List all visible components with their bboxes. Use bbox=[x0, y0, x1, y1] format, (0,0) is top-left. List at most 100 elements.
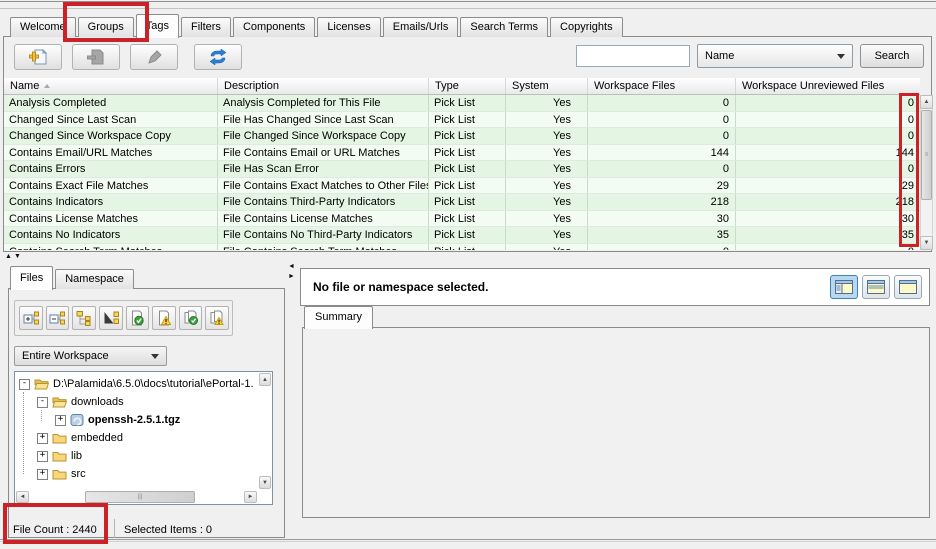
scroll-down-button[interactable]: ▼ bbox=[920, 236, 933, 250]
table-row[interactable]: Contains License Matches File Contains L… bbox=[4, 211, 920, 228]
expand-toggle-icon[interactable]: + bbox=[37, 433, 48, 444]
edit-tag-button[interactable] bbox=[130, 44, 178, 70]
split-view-button[interactable] bbox=[830, 275, 858, 299]
files-tab-bar: Files Namespace bbox=[10, 266, 136, 289]
delete-tag-button[interactable] bbox=[72, 44, 120, 70]
flat-view-button[interactable] bbox=[99, 306, 123, 330]
expand-toggle-icon[interactable]: + bbox=[37, 469, 48, 480]
folder-icon bbox=[52, 432, 67, 444]
split-view-icon bbox=[835, 280, 853, 294]
tree-scroll-up-button[interactable]: ▲ bbox=[259, 373, 271, 386]
table-row[interactable]: Contains Exact File Matches File Contain… bbox=[4, 178, 920, 195]
main-tab[interactable]: Tags bbox=[136, 14, 179, 38]
refresh-button[interactable] bbox=[194, 44, 242, 70]
grid-view-button[interactable] bbox=[862, 275, 890, 299]
cell-workspace-files: 0 bbox=[588, 112, 736, 128]
expand-toggle-icon[interactable]: + bbox=[37, 451, 48, 462]
main-tab-bar: Welcome Groups Tags Filters Components L… bbox=[10, 13, 625, 37]
cell-type: Pick List bbox=[429, 244, 506, 251]
main-tab[interactable]: Emails/Urls bbox=[383, 17, 459, 37]
tree-item-downloads[interactable]: - downloads bbox=[15, 393, 272, 411]
file-reviewed-button[interactable] bbox=[126, 306, 150, 330]
full-view-button[interactable] bbox=[894, 275, 922, 299]
grid-view-icon bbox=[867, 280, 885, 294]
main-tab[interactable]: Welcome bbox=[10, 17, 76, 37]
expand-toggle-icon[interactable]: + bbox=[55, 415, 66, 426]
cell-description: File Contains No Third-Party Indicators bbox=[218, 227, 429, 243]
table-row[interactable]: Analysis Completed Analysis Completed fo… bbox=[4, 95, 920, 112]
tab-summary[interactable]: Summary bbox=[304, 306, 373, 329]
add-icon bbox=[28, 48, 48, 66]
cell-description: File Contains Exact Matches to Other Fil… bbox=[218, 178, 429, 194]
tree-scroll-right-button[interactable]: ► bbox=[244, 491, 257, 503]
column-header-name[interactable]: Name bbox=[4, 78, 218, 94]
expand-all-icon bbox=[23, 310, 39, 326]
column-header-workspace-files[interactable]: Workspace Files bbox=[588, 78, 736, 94]
tree-view-icon bbox=[76, 310, 92, 326]
table-row[interactable]: Contains Email/URL Matches File Contains… bbox=[4, 145, 920, 162]
tree-item-src[interactable]: + src bbox=[15, 465, 272, 483]
tree-item-openssh[interactable]: + openssh-2.5.1.tgz bbox=[15, 411, 272, 429]
collapse-all-icon bbox=[49, 310, 65, 326]
tree-item-root[interactable]: - D:\Palamida\6.5.0\docs\tutorial\ePorta… bbox=[15, 375, 272, 393]
cell-description: File Contains Third-Party Indicators bbox=[218, 194, 429, 210]
mark-unreviewed-button[interactable] bbox=[205, 306, 229, 330]
scroll-up-button[interactable]: ▲ bbox=[920, 95, 933, 109]
application-window: Welcome Groups Tags Filters Components L… bbox=[0, 0, 936, 549]
cell-workspace-unreviewed-files: 218 bbox=[736, 194, 920, 210]
search-input[interactable] bbox=[576, 45, 690, 67]
cell-system: Yes bbox=[506, 112, 588, 128]
expand-all-button[interactable] bbox=[19, 306, 43, 330]
splitter-left-arrow-icon[interactable]: ◄ bbox=[288, 263, 295, 270]
main-tab[interactable]: Licenses bbox=[317, 17, 380, 37]
tree-view-button[interactable] bbox=[72, 306, 96, 330]
splitter-right-arrow-icon[interactable]: ► bbox=[288, 273, 295, 280]
table-row[interactable]: Contains Errors File Has Scan Error Pick… bbox=[4, 161, 920, 178]
collapse-all-button[interactable] bbox=[46, 306, 70, 330]
table-row[interactable]: Changed Since Last Scan File Has Changed… bbox=[4, 112, 920, 129]
main-tab-label: Welcome bbox=[20, 21, 66, 33]
main-tab[interactable]: Groups bbox=[78, 17, 134, 37]
tree-scroll-down-button[interactable]: ▼ bbox=[259, 476, 271, 489]
table-row[interactable]: Changed Since Workspace Copy File Change… bbox=[4, 128, 920, 145]
cell-name: Contains Exact File Matches bbox=[4, 178, 218, 194]
cell-description: File Contains License Matches bbox=[218, 211, 429, 227]
table-row[interactable]: Contains No Indicators File Contains No … bbox=[4, 227, 920, 244]
main-tab[interactable]: Copyrights bbox=[550, 17, 623, 37]
main-tab[interactable]: Filters bbox=[181, 17, 231, 37]
mark-reviewed-button[interactable] bbox=[179, 306, 203, 330]
table-row[interactable]: Contains Indicators File Contains Third-… bbox=[4, 194, 920, 211]
splitter-up-arrow-icon[interactable]: ▲ bbox=[5, 253, 12, 260]
add-tag-button[interactable] bbox=[14, 44, 62, 70]
cell-name: Contains Search Term Matches bbox=[4, 244, 218, 251]
file-unreviewed-button[interactable] bbox=[152, 306, 176, 330]
column-header-system[interactable]: System bbox=[506, 78, 588, 94]
scrollbar-thumb[interactable]: ≡ bbox=[921, 110, 932, 200]
scope-dropdown[interactable]: Entire Workspace bbox=[14, 346, 167, 366]
collapse-toggle-icon[interactable]: - bbox=[19, 379, 30, 390]
table-row[interactable]: Contains Search Term Matches File Contai… bbox=[4, 244, 920, 251]
search-button[interactable]: Search bbox=[860, 44, 924, 68]
column-header-type[interactable]: Type bbox=[429, 78, 506, 94]
column-header-workspace-unreviewed-files[interactable]: Workspace Unreviewed Files bbox=[736, 78, 920, 94]
folder-icon bbox=[52, 468, 67, 480]
tree-item-label: embedded bbox=[71, 432, 123, 444]
window-top-edge-line bbox=[0, 8, 936, 9]
main-tab[interactable]: Components bbox=[233, 17, 315, 37]
column-header-description[interactable]: Description bbox=[218, 78, 429, 94]
tree-item-embedded[interactable]: + embedded bbox=[15, 429, 272, 447]
collapse-toggle-icon[interactable]: - bbox=[37, 397, 48, 408]
main-tab[interactable]: Search Terms bbox=[460, 17, 548, 37]
tab-namespace[interactable]: Namespace bbox=[55, 269, 134, 289]
delete-icon bbox=[86, 48, 106, 66]
tree-hscrollbar-thumb[interactable]: ||| bbox=[85, 491, 195, 503]
cell-type: Pick List bbox=[429, 194, 506, 210]
no-selection-message: No file or namespace selected. bbox=[313, 280, 488, 294]
tree-scroll-left-button[interactable]: ◄ bbox=[16, 491, 29, 503]
tree-item-lib[interactable]: + lib bbox=[15, 447, 272, 465]
search-field-dropdown[interactable]: Name bbox=[697, 44, 853, 68]
tab-files[interactable]: Files bbox=[10, 266, 53, 290]
tags-table: Analysis Completed Analysis Completed fo… bbox=[4, 95, 920, 250]
flat-view-icon bbox=[103, 310, 119, 326]
splitter-down-arrow-icon[interactable]: ▼ bbox=[14, 253, 21, 260]
